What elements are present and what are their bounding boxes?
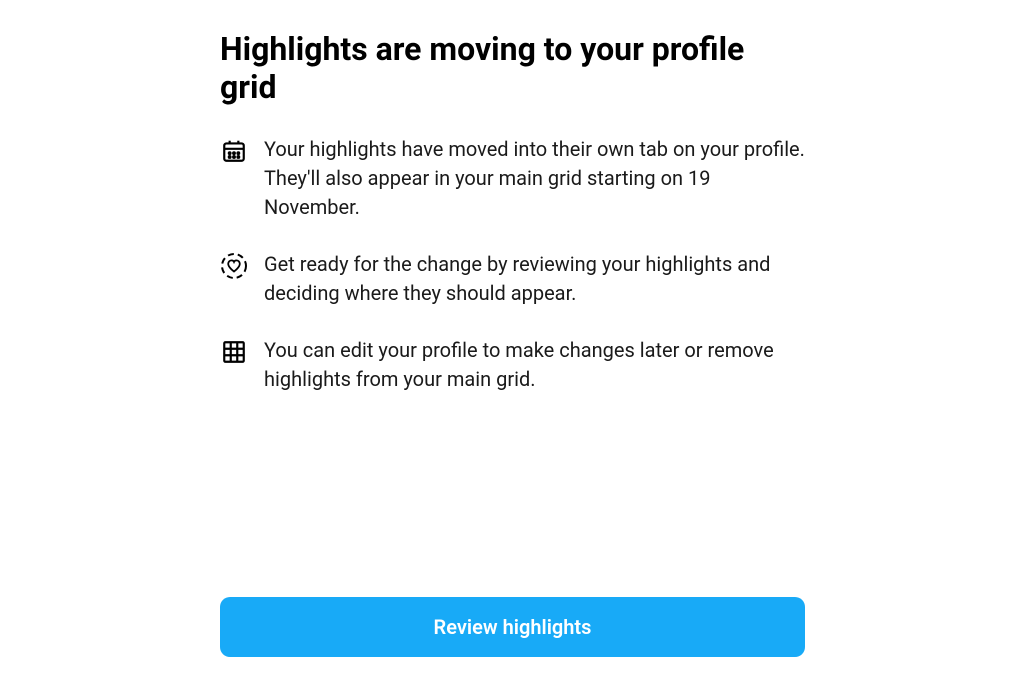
info-item-grid: You can edit your profile to make change…	[220, 336, 805, 394]
info-text: You can edit your profile to make change…	[264, 336, 805, 394]
info-text: Your highlights have moved into their ow…	[264, 135, 805, 222]
info-list: Your highlights have moved into their ow…	[220, 135, 805, 597]
heart-dashed-icon	[220, 252, 248, 280]
info-item-heart: Get ready for the change by reviewing yo…	[220, 250, 805, 308]
page-title: Highlights are moving to your profile gr…	[220, 30, 805, 107]
calendar-icon	[220, 137, 248, 165]
info-item-calendar: Your highlights have moved into their ow…	[220, 135, 805, 222]
button-container: Review highlights	[220, 597, 805, 683]
review-highlights-button[interactable]: Review highlights	[220, 597, 805, 657]
info-text: Get ready for the change by reviewing yo…	[264, 250, 805, 308]
grid-icon	[220, 338, 248, 366]
